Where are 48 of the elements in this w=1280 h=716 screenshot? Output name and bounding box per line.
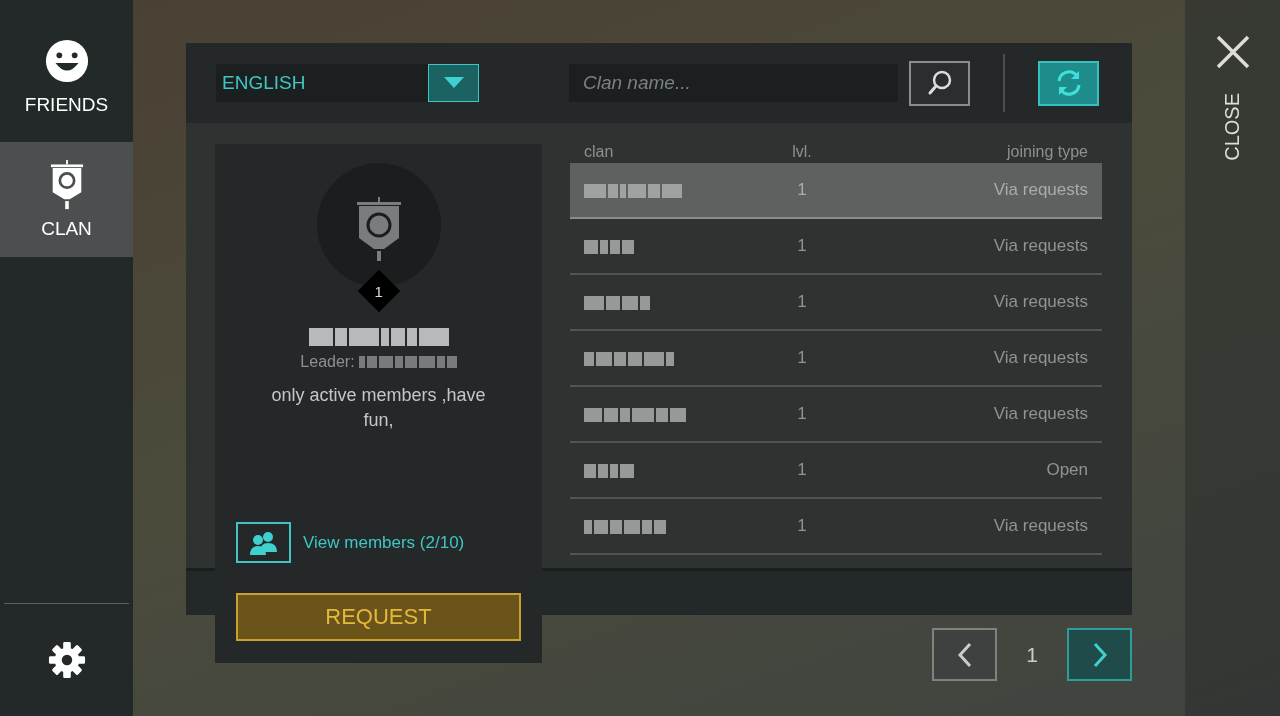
level-cell-text: 1 [796,460,808,480]
clan-emblem-icon [316,163,441,287]
view-members-link[interactable]: View members (2/10) [303,532,465,553]
clan-row[interactable]: 1 Via requests [570,163,1102,219]
level-cell-text: 1 [796,516,808,536]
search-field[interactable]: Clan name... [569,64,898,102]
sidebar-item[interactable]: CLAN [0,142,133,257]
chevron-right-icon [1091,641,1108,668]
settings-icon[interactable] [47,641,86,679]
close-icon [1215,35,1250,69]
column-header: clan [583,143,615,161]
close-button[interactable]: CLOSE [1215,35,1250,165]
pixelated-clan-name [584,463,634,478]
level-cell-text: 1 [796,404,808,424]
joining-type-cell-text: Via requests [992,348,1089,368]
joining-type-cell-text: Via requests [992,292,1089,312]
level-cell-text: 1 [796,292,808,312]
level-cell-text: 1 [796,180,808,200]
search-button[interactable] [909,60,970,106]
pixelated-clan-name [584,295,650,310]
next-page-button[interactable] [1067,628,1132,681]
joining-type-cell-text: Via requests [992,516,1089,536]
clan-row[interactable]: 1 Via requests [570,275,1102,331]
clan-row[interactable]: 1 Open [570,443,1102,499]
joining-type-cell-text: Open [1045,460,1089,480]
clan-row[interactable]: 1 Via requests [570,387,1102,443]
page-number: 1 [1025,642,1039,667]
column-header: joining type [1005,143,1089,161]
clan-row[interactable]: 1 Via requests [570,331,1102,387]
joining-type-cell-text: Via requests [992,236,1089,256]
joining-type-cell-text: Via requests [992,180,1089,200]
request-button[interactable]: REQUEST [236,593,521,641]
clan-row[interactable]: 1 Via requests [570,499,1102,555]
language-dropdown[interactable]: ENGLISH [216,64,479,102]
refresh-button[interactable] [1038,60,1099,106]
caret-icon [443,77,464,89]
level-cell-text: 1 [796,348,808,368]
column-header: lvl. [791,143,813,161]
pixelated-clan-name [584,239,634,254]
clan-card: 1 Leader: only active members ,have fun, View members (2/10) REQUEST [215,144,542,663]
clan-row[interactable]: 1 Via requests [570,219,1102,275]
level-cell-text: 1 [796,236,808,256]
previous-page-button[interactable] [932,628,997,681]
sidebar-item[interactable]: FRIENDS [0,0,133,142]
chevron-left-icon [956,641,973,668]
clan-description: only active members ,have fun, [270,384,487,432]
members-icon[interactable] [236,522,291,563]
joining-type-cell-text: Via requests [992,404,1089,424]
